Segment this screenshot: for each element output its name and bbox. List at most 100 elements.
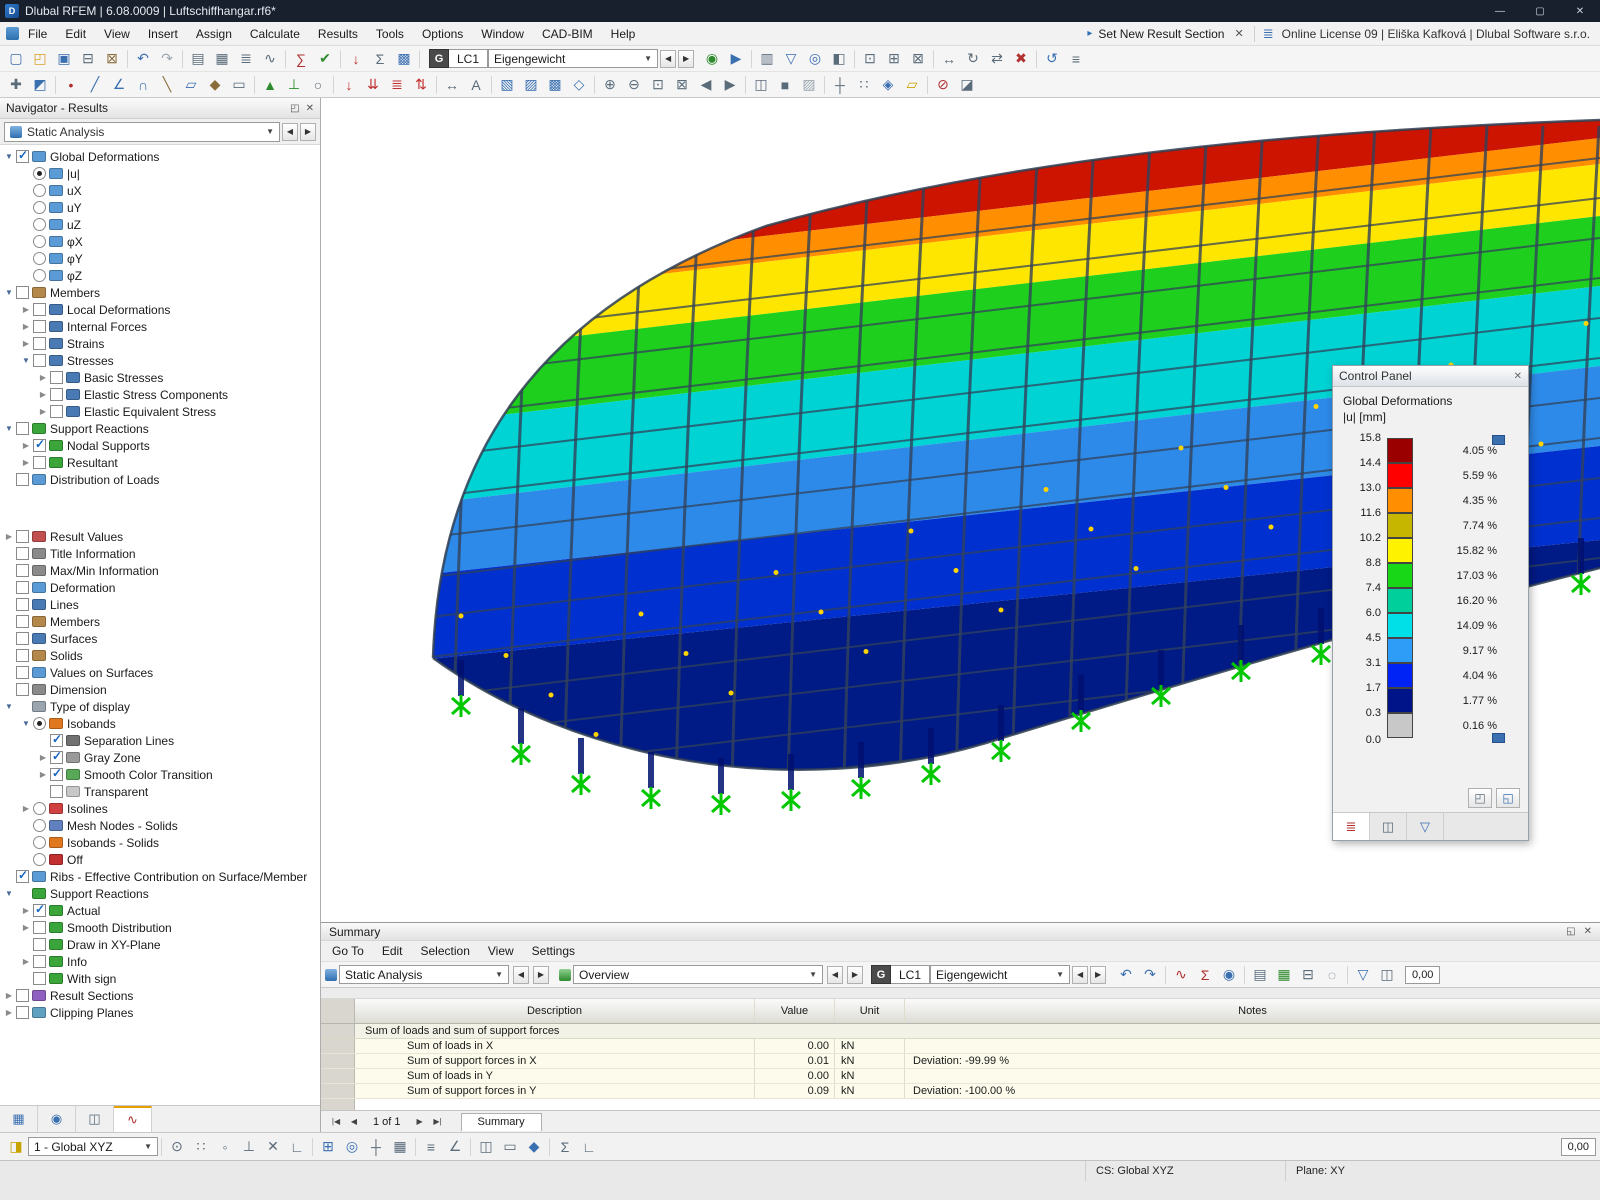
control-panel-close-icon[interactable]: ✕: [1514, 371, 1522, 382]
tree-item[interactable]: Info: [0, 953, 320, 970]
view-mode-icon[interactable]: ◨: [4, 1136, 28, 1158]
tree-item-control[interactable]: [33, 235, 46, 248]
menu-item[interactable]: Window: [472, 24, 533, 44]
result-section-close-icon[interactable]: ✕: [1230, 27, 1247, 40]
table-view-icon[interactable]: ▤: [1248, 964, 1272, 986]
previous-view-button[interactable]: ◀: [827, 966, 843, 984]
tree-item-control[interactable]: [33, 972, 46, 985]
print-table-icon[interactable]: ⊟: [1296, 964, 1320, 986]
tree-item-control[interactable]: [33, 439, 46, 452]
next-load-case-button[interactable]: ▶: [678, 50, 694, 68]
toolbar-icon[interactable]: [751, 50, 752, 68]
expander-icon[interactable]: [20, 441, 32, 450]
tree-item[interactable]: Support Reactions: [0, 420, 320, 437]
tree-item-control[interactable]: [16, 1006, 29, 1019]
license-list-icon[interactable]: ≣: [1261, 26, 1276, 42]
deselect-icon[interactable]: ⊠: [906, 48, 930, 70]
cartesian-grid-icon[interactable]: ⊞: [316, 1136, 340, 1158]
summary-float-icon[interactable]: ◱: [1566, 926, 1575, 937]
tree-item[interactable]: Result Sections: [0, 987, 320, 1004]
filter-results-icon[interactable]: ▽: [779, 48, 803, 70]
tree-item[interactable]: Max/Min Information: [0, 562, 320, 579]
tree-item-control[interactable]: [33, 218, 46, 231]
column-filter-icon[interactable]: ◫: [1375, 964, 1399, 986]
tree-item[interactable]: Dimension: [0, 681, 320, 698]
menu-item[interactable]: Help: [602, 24, 645, 44]
expander-icon[interactable]: [37, 753, 49, 762]
tree-item-control[interactable]: [16, 547, 29, 560]
expander-icon[interactable]: [3, 532, 15, 541]
tree-item-control[interactable]: [16, 564, 29, 577]
next-view-icon[interactable]: ▶: [718, 74, 742, 96]
tree-item-control[interactable]: [50, 371, 63, 384]
tree-item-control[interactable]: [33, 167, 46, 180]
tree-item[interactable]: Support Reactions: [0, 885, 320, 902]
select-window-icon[interactable]: ◩: [28, 74, 52, 96]
toolbar-icon[interactable]: [127, 50, 128, 68]
expander-icon[interactable]: [20, 804, 32, 813]
toolbar-icon[interactable]: [285, 50, 286, 68]
table-row[interactable]: Sum of loads in Y 0.00 kN: [321, 1069, 1600, 1084]
results-navigator-tab[interactable]: ∿: [114, 1106, 152, 1132]
tree-item[interactable]: Smooth Distribution: [0, 919, 320, 936]
print-icon[interactable]: ⊟: [76, 48, 100, 70]
control-panel-header[interactable]: Control Panel ✕: [1333, 366, 1528, 387]
tree-item-control[interactable]: [16, 989, 29, 1002]
close-button[interactable]: ✕: [1560, 0, 1600, 22]
summary-close-icon[interactable]: ✕: [1584, 926, 1592, 937]
clipping-plane-icon[interactable]: ⊘: [931, 74, 955, 96]
calculate-all-icon[interactable]: ∑: [289, 48, 313, 70]
result-diagrams-icon[interactable]: ∿: [1169, 964, 1193, 986]
tree-item-control[interactable]: [33, 269, 46, 282]
maximize-button[interactable]: ▢: [1520, 0, 1560, 22]
expander-icon[interactable]: [20, 957, 32, 966]
tree-item-control[interactable]: [33, 337, 46, 350]
set-result-section-label[interactable]: Set New Result Section: [1098, 27, 1224, 41]
mesh-icon[interactable]: ▩: [392, 48, 416, 70]
grid-toggle-icon[interactable]: ▦: [388, 1136, 412, 1158]
zoom-in-icon[interactable]: ⊕: [598, 74, 622, 96]
printout-report-icon[interactable]: ≣: [234, 48, 258, 70]
table-section-row[interactable]: Sum of loads and sum of support forces: [321, 1024, 1600, 1039]
summary-view-select[interactable]: Overview ▼: [573, 965, 823, 984]
tree-item[interactable]: Elastic Equivalent Stress: [0, 403, 320, 420]
values-on-model-icon[interactable]: Σ: [1193, 964, 1217, 986]
summary-menu-item[interactable]: Selection: [412, 941, 479, 961]
tree-item[interactable]: Isolines: [0, 800, 320, 817]
first-page-button[interactable]: |◀: [327, 1114, 345, 1130]
tree-item-control[interactable]: [16, 700, 29, 713]
tree-item[interactable]: Local Deformations: [0, 301, 320, 318]
toolbar-icon[interactable]: [312, 1138, 313, 1156]
expander-icon[interactable]: [20, 923, 32, 932]
tree-item[interactable]: φZ: [0, 267, 320, 284]
tree-item[interactable]: Members: [0, 284, 320, 301]
next-page-button[interactable]: ▶: [411, 1114, 429, 1130]
tree-item[interactable]: Basic Stresses: [0, 369, 320, 386]
tree-item[interactable]: |u|: [0, 165, 320, 182]
column-header[interactable]: Value: [755, 999, 835, 1023]
next-analysis-button[interactable]: ▶: [533, 966, 549, 984]
delete-icon[interactable]: ✖: [1009, 48, 1033, 70]
tree-item-control[interactable]: [16, 581, 29, 594]
expander-icon[interactable]: [20, 458, 32, 467]
zoom-window-icon[interactable]: ⊡: [646, 74, 670, 96]
snap-midpoint-icon[interactable]: ◦: [213, 1136, 237, 1158]
minimize-button[interactable]: —: [1480, 0, 1520, 22]
arc-icon[interactable]: ∩: [131, 74, 155, 96]
tree-item-control[interactable]: [33, 938, 46, 951]
tree-item[interactable]: Stresses: [0, 352, 320, 369]
summary-menu-item[interactable]: Settings: [523, 941, 584, 961]
toolbar-icon[interactable]: [549, 1138, 550, 1156]
result-animation-icon[interactable]: ▶: [724, 48, 748, 70]
menu-item[interactable]: Calculate: [241, 24, 309, 44]
tree-item-control[interactable]: [16, 150, 29, 163]
snap-perpendicular-icon[interactable]: ⊥: [237, 1136, 261, 1158]
background-color-icon[interactable]: ◫: [474, 1136, 498, 1158]
tree-item-control[interactable]: [33, 320, 46, 333]
snap-nodes-icon[interactable]: ⊙: [165, 1136, 189, 1158]
tree-item-control[interactable]: [16, 598, 29, 611]
expander-icon[interactable]: [20, 339, 32, 348]
menu-item[interactable]: Results: [309, 24, 367, 44]
menu-item[interactable]: Assign: [187, 24, 241, 44]
expander-icon[interactable]: [20, 719, 32, 728]
